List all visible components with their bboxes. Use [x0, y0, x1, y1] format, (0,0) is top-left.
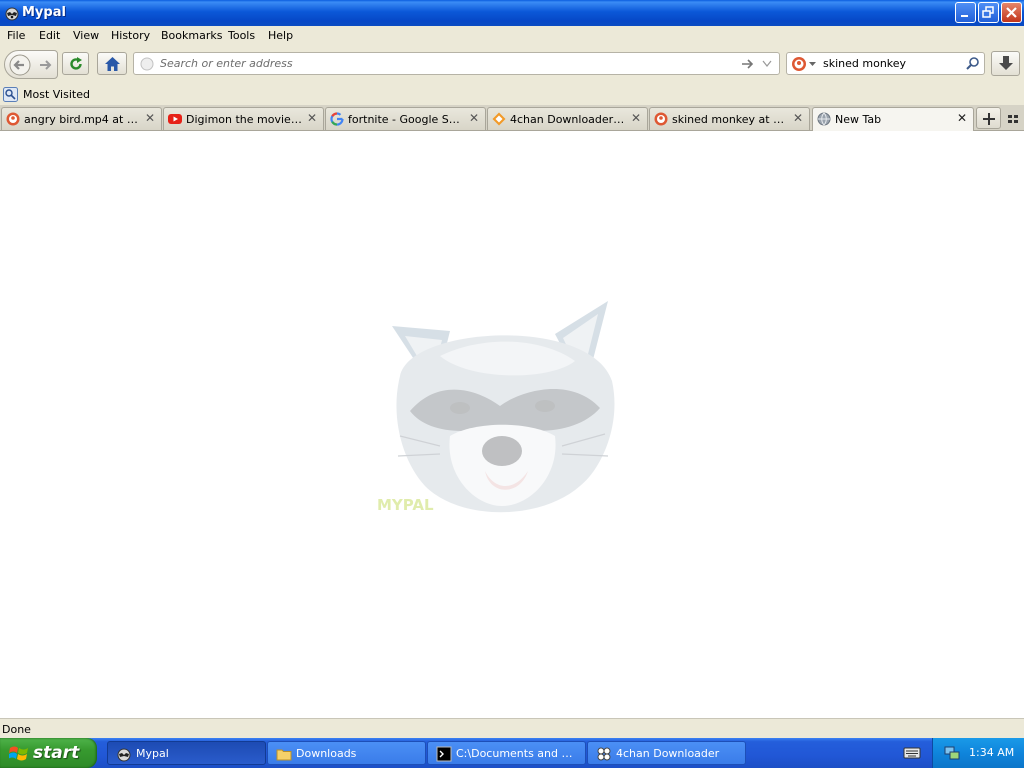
- taskbar-item-4chan-downloader[interactable]: 4chan Downloader: [587, 741, 746, 765]
- tab-label: Digimon the movie - Yo...: [186, 113, 303, 126]
- new-tab-button[interactable]: [976, 107, 1001, 129]
- downloads-button[interactable]: [991, 51, 1020, 76]
- taskbar-item-label: 4chan Downloader: [616, 747, 720, 760]
- bookmarks-toolbar: Most Visited: [0, 84, 1024, 105]
- clock[interactable]: 1:34 AM: [969, 746, 1014, 759]
- tab-label: 4chan Downloader do...: [510, 113, 627, 126]
- taskbar-item-label: Mypal: [136, 747, 169, 760]
- raccoon-icon: [5, 7, 19, 21]
- go-arrow-icon[interactable]: [741, 58, 755, 70]
- status-text: Done: [2, 723, 31, 736]
- tab-angry-bird[interactable]: angry bird.mp4 at Duc... ✕: [1, 107, 162, 130]
- tab-close-icon[interactable]: ✕: [144, 112, 156, 124]
- menu-bar: File Edit View History Bookmarks Tools H…: [0, 26, 1024, 46]
- address-input[interactable]: [160, 55, 740, 72]
- taskbar-item-label: C:\Documents and Se...: [456, 747, 579, 760]
- close-button[interactable]: [1001, 2, 1022, 23]
- globe-icon: [817, 112, 831, 126]
- navigation-toolbar: [0, 46, 1024, 84]
- window-title: Mypal: [22, 5, 66, 20]
- console-icon: [436, 746, 452, 762]
- tab-4chan-downloader[interactable]: 4chan Downloader do... ✕: [487, 107, 648, 130]
- duckduckgo-icon: [6, 112, 20, 126]
- clover-icon: [597, 747, 611, 761]
- reload-icon: [70, 57, 82, 70]
- download-arrow-icon: [999, 56, 1013, 70]
- plus-icon: [983, 113, 995, 125]
- close-icon: [1006, 7, 1017, 18]
- menu-help[interactable]: Help: [268, 29, 293, 42]
- forward-arrow-icon[interactable]: [38, 58, 52, 72]
- tab-close-icon[interactable]: ✕: [630, 112, 642, 124]
- tab-label: fortnite - Google Search: [348, 113, 465, 126]
- tab-fortnite[interactable]: fortnite - Google Search ✕: [325, 107, 486, 130]
- tab-digimon[interactable]: Digimon the movie - Yo... ✕: [163, 107, 324, 130]
- menu-file[interactable]: File: [7, 29, 25, 42]
- raccoon-mascot-logo: [392, 301, 615, 513]
- status-bar: Done: [0, 718, 1024, 738]
- start-button[interactable]: start: [0, 738, 97, 768]
- back-arrow-icon[interactable]: [9, 54, 31, 76]
- keyboard-icon[interactable]: [903, 746, 921, 760]
- tab-close-icon[interactable]: ✕: [792, 112, 804, 124]
- home-button[interactable]: [97, 52, 127, 75]
- globe-icon: [140, 57, 154, 71]
- windows-logo-icon: [9, 746, 28, 761]
- tab-strip: angry bird.mp4 at Duc... ✕ Digimon the m…: [0, 105, 1024, 131]
- dropdown-arrow-icon[interactable]: [762, 60, 772, 68]
- tab-new-tab[interactable]: New Tab ✕: [812, 107, 974, 131]
- duckduckgo-icon: [654, 112, 668, 126]
- menu-view[interactable]: View: [73, 29, 99, 42]
- tab-close-icon[interactable]: ✕: [468, 112, 480, 124]
- menu-edit[interactable]: Edit: [39, 29, 60, 42]
- most-visited-icon: [3, 87, 18, 102]
- home-icon: [105, 57, 120, 71]
- tab-label: angry bird.mp4 at Duc...: [24, 113, 141, 126]
- folder-icon: [276, 749, 292, 761]
- restore-button[interactable]: [978, 2, 999, 23]
- bookmark-label: Most Visited: [23, 88, 90, 101]
- system-tray: 1:34 AM: [932, 738, 1024, 768]
- network-icon[interactable]: [943, 745, 961, 761]
- menu-history[interactable]: History: [111, 29, 150, 42]
- restore-icon: [982, 6, 994, 18]
- mypal-watermark-text: MYPAL: [377, 496, 434, 514]
- search-bar[interactable]: [786, 52, 985, 75]
- back-forward-group: [4, 50, 58, 79]
- tab-label: New Tab: [835, 113, 882, 126]
- tab-close-icon[interactable]: ✕: [956, 112, 968, 124]
- list-all-tabs-icon[interactable]: [1005, 111, 1021, 127]
- duckduckgo-icon[interactable]: [791, 56, 807, 72]
- youtube-icon: [168, 114, 182, 124]
- raccoon-icon: [117, 748, 131, 762]
- tab-skined-monkey[interactable]: skined monkey at Duck... ✕: [649, 107, 810, 130]
- taskbar-item-cmd[interactable]: C:\Documents and Se...: [427, 741, 586, 765]
- search-icon[interactable]: [965, 56, 980, 71]
- reload-button[interactable]: [62, 52, 89, 75]
- address-bar[interactable]: [133, 52, 780, 75]
- menu-tools[interactable]: Tools: [228, 29, 255, 42]
- diamond-icon: [492, 112, 506, 126]
- title-bar[interactable]: Mypal: [0, 0, 1024, 27]
- taskbar-item-mypal[interactable]: Mypal: [107, 741, 266, 765]
- page-content[interactable]: MYPAL: [0, 131, 1024, 718]
- taskbar-item-downloads[interactable]: Downloads: [267, 741, 426, 765]
- menu-bookmarks[interactable]: Bookmarks: [161, 29, 222, 42]
- tab-close-icon[interactable]: ✕: [306, 112, 318, 124]
- search-input[interactable]: [823, 55, 963, 72]
- taskbar: start Mypal Downloads C:\Documents and S…: [0, 738, 1024, 768]
- minimize-button[interactable]: [955, 2, 976, 23]
- taskbar-item-label: Downloads: [296, 747, 357, 760]
- engine-dropdown-icon[interactable]: [809, 62, 816, 67]
- start-label: start: [33, 743, 80, 763]
- tab-label: skined monkey at Duck...: [672, 113, 789, 126]
- minimize-icon: [961, 15, 968, 17]
- google-icon: [330, 112, 344, 126]
